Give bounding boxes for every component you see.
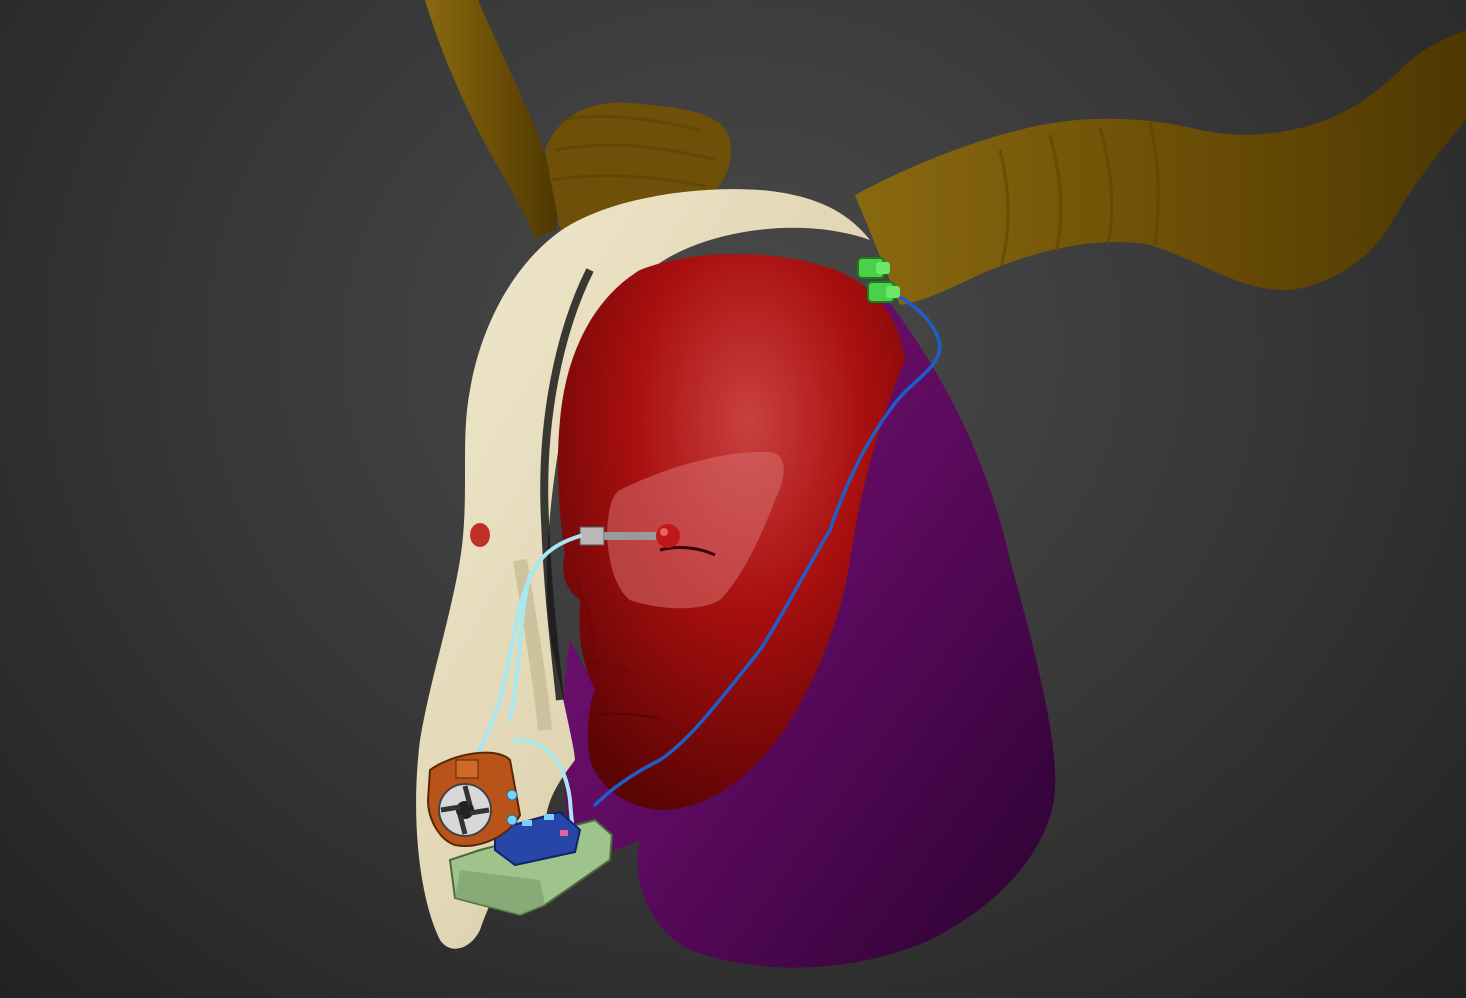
- 3d-viewport[interactable]: [0, 0, 1466, 998]
- skull-eye-socket: [470, 523, 490, 547]
- horn-right: [855, 30, 1466, 305]
- model-render: [416, 0, 1466, 968]
- fan-module: [426, 751, 522, 847]
